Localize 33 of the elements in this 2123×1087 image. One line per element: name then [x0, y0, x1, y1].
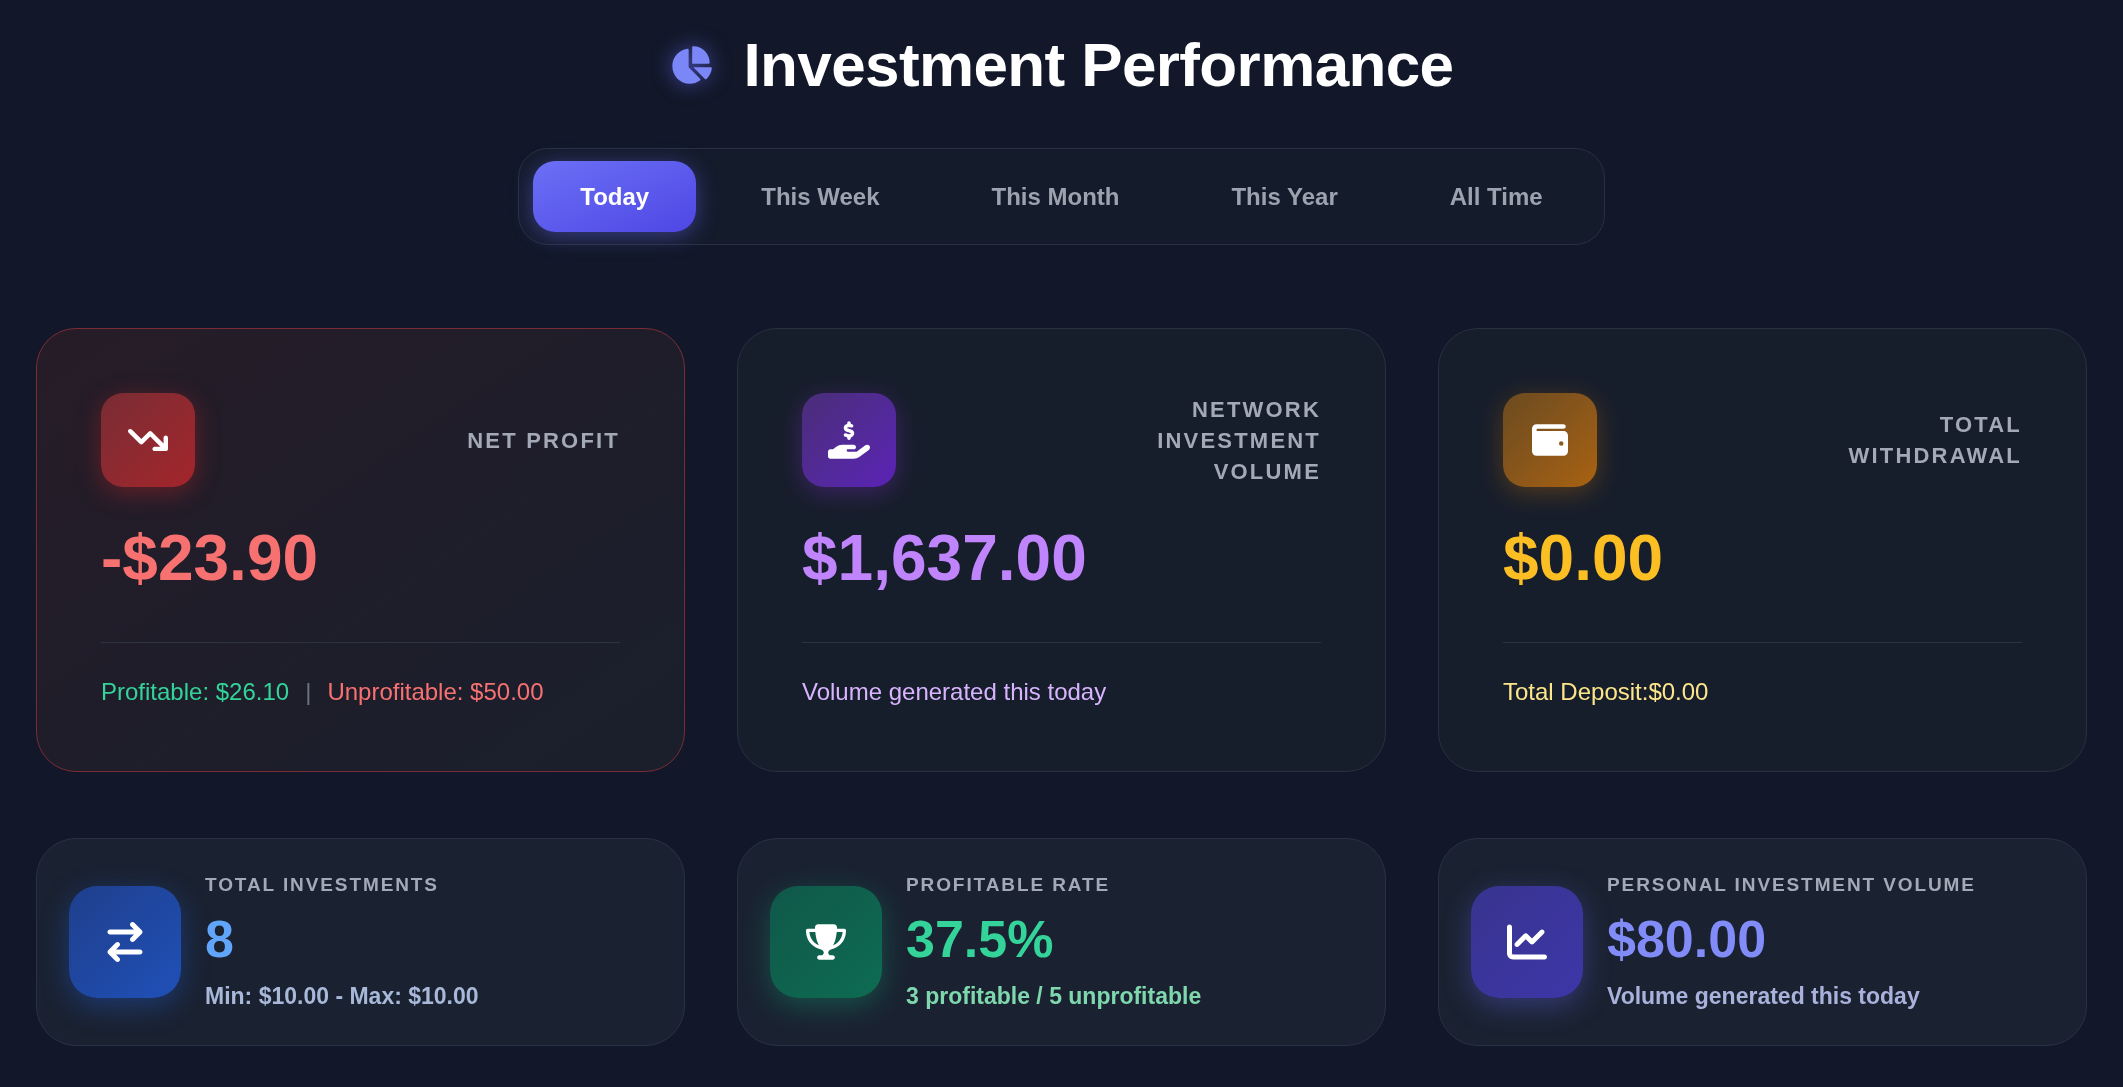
period-tab[interactable]: This Week [714, 161, 927, 232]
stat-value: $80.00 [1607, 911, 1768, 967]
trophy-icon [770, 886, 882, 998]
separator: | [305, 677, 312, 707]
period-tab[interactable]: This Year [1184, 161, 1385, 232]
stat-label: TOTAL INVESTMENTS [205, 873, 440, 897]
period-tab[interactable]: Today [533, 161, 697, 232]
hand-dollar-icon [802, 393, 896, 487]
page-title: Investment Performance [743, 34, 1454, 96]
card-label: NET PROFIT [467, 426, 620, 455]
period-tab[interactable]: This Month [944, 161, 1167, 232]
card-value: $0.00 [1503, 526, 1665, 590]
stat-value: 37.5% [906, 911, 1055, 967]
card-note: Volume generated this today [802, 677, 1107, 707]
swap-arrows-icon [69, 886, 181, 998]
pie-chart-icon [669, 44, 712, 86]
card-value: -$23.90 [101, 526, 320, 590]
card-label: TOTAL WITHDRAWAL [1847, 411, 2022, 470]
card-note: Total Deposit:$0.00 [1503, 677, 1709, 707]
stat-label: PERSONAL INVESTMENT VOLUME [1607, 873, 1976, 897]
unprofitable-total: Unprofitable: $50.00 [327, 677, 544, 707]
trend-down-icon [101, 393, 195, 487]
profitable-total: Profitable: $26.10 [101, 677, 290, 707]
stat-value: 8 [205, 911, 235, 967]
wallet-icon [1503, 393, 1597, 487]
line-chart-icon [1471, 886, 1583, 998]
stat-detail: 3 profitable / 5 unprofitable [906, 982, 1202, 1011]
card-value: $1,637.00 [802, 526, 1088, 590]
stat-detail: Volume generated this today [1607, 982, 1921, 1011]
stat-detail: Min: $10.00 - Max: $10.00 [205, 982, 479, 1011]
stat-label: PROFITABLE RATE [906, 873, 1112, 897]
period-tab[interactable]: All Time [1402, 161, 1590, 232]
card-label: NETWORK INVESTMENT VOLUME [1156, 395, 1321, 486]
